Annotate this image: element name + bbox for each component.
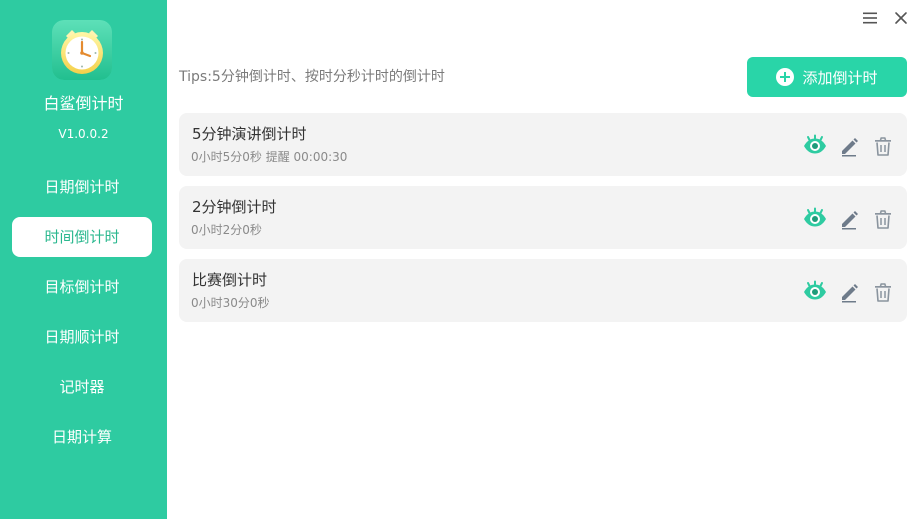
app-logo-icon (52, 20, 112, 80)
card-subtitle: 0小时30分0秒 (191, 296, 270, 310)
card-title: 5分钟演讲倒计时 (192, 125, 307, 143)
tips-text: Tips:5分钟倒计时、按时分秒计时的倒计时 (179, 69, 445, 85)
edit-icon[interactable] (837, 280, 861, 304)
countdown-card[interactable]: 2分钟倒计时 0小时2分0秒 (179, 186, 907, 249)
plus-circle-icon (776, 68, 795, 86)
edit-icon[interactable] (837, 134, 861, 158)
add-countdown-button[interactable]: 添加倒计时 (747, 57, 907, 97)
sidebar-item-date-countdown[interactable]: 日期倒计时 (12, 167, 152, 207)
trash-icon[interactable] (871, 280, 895, 304)
sidebar-item-stopwatch[interactable]: 记时器 (12, 367, 152, 407)
card-subtitle: 0小时2分0秒 (191, 223, 262, 237)
app-name: 白鲨倒计时 (43, 94, 124, 113)
sidebar-item-time-countdown[interactable]: 时间倒计时 (12, 217, 152, 257)
close-icon[interactable] (894, 10, 908, 24)
sidebar-item-goal-countdown[interactable]: 目标倒计时 (12, 267, 152, 307)
eye-icon[interactable] (803, 207, 827, 231)
app-version: V1.0.0.2 (58, 127, 109, 141)
eye-icon[interactable] (803, 134, 827, 158)
trash-icon[interactable] (871, 134, 895, 158)
eye-icon[interactable] (803, 280, 827, 304)
edit-icon[interactable] (837, 207, 861, 231)
countdown-card[interactable]: 5分钟演讲倒计时 0小时5分0秒 提醒 00:00:30 (179, 113, 907, 176)
sidebar-item-date-calculation[interactable]: 日期计算 (12, 417, 152, 457)
sidebar-item-date-countup[interactable]: 日期顺计时 (12, 317, 152, 357)
trash-icon[interactable] (871, 207, 895, 231)
card-subtitle: 0小时5分0秒 提醒 00:00:30 (191, 150, 348, 164)
menu-icon[interactable] (862, 10, 878, 24)
card-title: 比赛倒计时 (192, 271, 268, 289)
card-title: 2分钟倒计时 (192, 198, 277, 216)
sidebar: 白鲨倒计时 V1.0.0.2 日期倒计时 时间倒计时 目标倒计时 日期顺计时 记… (0, 0, 167, 519)
countdown-card[interactable]: 比赛倒计时 0小时30分0秒 (179, 259, 907, 322)
add-countdown-label: 添加倒计时 (802, 68, 878, 87)
